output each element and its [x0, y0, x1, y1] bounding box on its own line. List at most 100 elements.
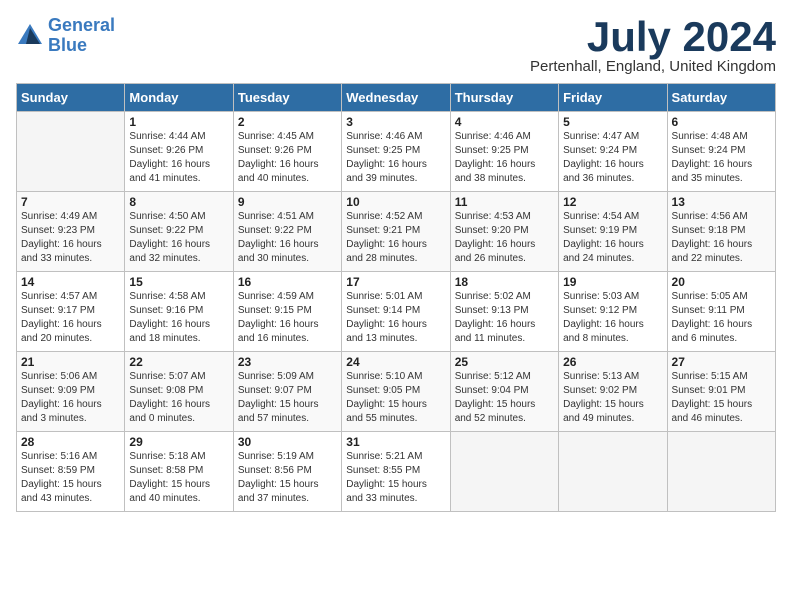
day-info: Sunrise: 4:57 AMSunset: 9:17 PMDaylight:…: [21, 290, 120, 346]
day-number: 19: [563, 275, 662, 289]
day-number: 31: [346, 435, 445, 449]
calendar-cell: 6Sunrise: 4:48 AMSunset: 9:24 PMDaylight…: [667, 112, 775, 192]
calendar-cell: [667, 432, 775, 512]
day-number: 13: [672, 195, 771, 209]
day-info: Sunrise: 4:45 AMSunset: 9:26 PMDaylight:…: [238, 130, 337, 186]
day-number: 7: [21, 195, 120, 209]
day-info: Sunrise: 4:47 AMSunset: 9:24 PMDaylight:…: [563, 130, 662, 186]
week-row-3: 14Sunrise: 4:57 AMSunset: 9:17 PMDayligh…: [17, 272, 776, 352]
calendar-cell: [17, 112, 125, 192]
day-number: 22: [129, 355, 228, 369]
day-info: Sunrise: 4:59 AMSunset: 9:15 PMDaylight:…: [238, 290, 337, 346]
day-info: Sunrise: 5:07 AMSunset: 9:08 PMDaylight:…: [129, 370, 228, 426]
calendar-table: SundayMondayTuesdayWednesdayThursdayFrid…: [16, 83, 776, 512]
day-info: Sunrise: 5:18 AMSunset: 8:58 PMDaylight:…: [129, 450, 228, 506]
calendar-cell: 17Sunrise: 5:01 AMSunset: 9:14 PMDayligh…: [342, 272, 450, 352]
day-info: Sunrise: 4:46 AMSunset: 9:25 PMDaylight:…: [346, 130, 445, 186]
page-header: General Blue July 2024 Pertenhall, Engla…: [16, 16, 776, 75]
day-header-friday: Friday: [559, 84, 667, 112]
week-row-4: 21Sunrise: 5:06 AMSunset: 9:09 PMDayligh…: [17, 352, 776, 432]
day-info: Sunrise: 4:49 AMSunset: 9:23 PMDaylight:…: [21, 210, 120, 266]
day-number: 8: [129, 195, 228, 209]
day-info: Sunrise: 4:52 AMSunset: 9:21 PMDaylight:…: [346, 210, 445, 266]
calendar-cell: 16Sunrise: 4:59 AMSunset: 9:15 PMDayligh…: [233, 272, 341, 352]
day-number: 29: [129, 435, 228, 449]
day-info: Sunrise: 4:56 AMSunset: 9:18 PMDaylight:…: [672, 210, 771, 266]
day-info: Sunrise: 4:50 AMSunset: 9:22 PMDaylight:…: [129, 210, 228, 266]
day-info: Sunrise: 4:58 AMSunset: 9:16 PMDaylight:…: [129, 290, 228, 346]
week-row-1: 1Sunrise: 4:44 AMSunset: 9:26 PMDaylight…: [17, 112, 776, 192]
day-number: 25: [455, 355, 554, 369]
day-number: 15: [129, 275, 228, 289]
day-number: 12: [563, 195, 662, 209]
calendar-cell: 3Sunrise: 4:46 AMSunset: 9:25 PMDaylight…: [342, 112, 450, 192]
calendar-cell: 15Sunrise: 4:58 AMSunset: 9:16 PMDayligh…: [125, 272, 233, 352]
calendar-cell: 12Sunrise: 4:54 AMSunset: 9:19 PMDayligh…: [559, 192, 667, 272]
calendar-cell: 2Sunrise: 4:45 AMSunset: 9:26 PMDaylight…: [233, 112, 341, 192]
calendar-cell: 25Sunrise: 5:12 AMSunset: 9:04 PMDayligh…: [450, 352, 558, 432]
day-number: 27: [672, 355, 771, 369]
calendar-cell: 13Sunrise: 4:56 AMSunset: 9:18 PMDayligh…: [667, 192, 775, 272]
day-header-tuesday: Tuesday: [233, 84, 341, 112]
day-number: 14: [21, 275, 120, 289]
logo-icon: [16, 22, 44, 50]
calendar-cell: 4Sunrise: 4:46 AMSunset: 9:25 PMDaylight…: [450, 112, 558, 192]
day-number: 26: [563, 355, 662, 369]
day-header-sunday: Sunday: [17, 84, 125, 112]
calendar-cell: 27Sunrise: 5:15 AMSunset: 9:01 PMDayligh…: [667, 352, 775, 432]
logo: General Blue: [16, 16, 115, 56]
day-number: 30: [238, 435, 337, 449]
day-number: 5: [563, 115, 662, 129]
calendar-cell: 30Sunrise: 5:19 AMSunset: 8:56 PMDayligh…: [233, 432, 341, 512]
week-row-5: 28Sunrise: 5:16 AMSunset: 8:59 PMDayligh…: [17, 432, 776, 512]
calendar-cell: 9Sunrise: 4:51 AMSunset: 9:22 PMDaylight…: [233, 192, 341, 272]
day-info: Sunrise: 4:48 AMSunset: 9:24 PMDaylight:…: [672, 130, 771, 186]
calendar-cell: [450, 432, 558, 512]
day-header-thursday: Thursday: [450, 84, 558, 112]
day-header-wednesday: Wednesday: [342, 84, 450, 112]
calendar-cell: 29Sunrise: 5:18 AMSunset: 8:58 PMDayligh…: [125, 432, 233, 512]
day-info: Sunrise: 5:15 AMSunset: 9:01 PMDaylight:…: [672, 370, 771, 426]
calendar-cell: 8Sunrise: 4:50 AMSunset: 9:22 PMDaylight…: [125, 192, 233, 272]
calendar-cell: 26Sunrise: 5:13 AMSunset: 9:02 PMDayligh…: [559, 352, 667, 432]
day-info: Sunrise: 4:53 AMSunset: 9:20 PMDaylight:…: [455, 210, 554, 266]
calendar-cell: 28Sunrise: 5:16 AMSunset: 8:59 PMDayligh…: [17, 432, 125, 512]
day-info: Sunrise: 5:01 AMSunset: 9:14 PMDaylight:…: [346, 290, 445, 346]
calendar-cell: 23Sunrise: 5:09 AMSunset: 9:07 PMDayligh…: [233, 352, 341, 432]
month-title: July 2024: [530, 16, 776, 58]
calendar-cell: 14Sunrise: 4:57 AMSunset: 9:17 PMDayligh…: [17, 272, 125, 352]
day-number: 28: [21, 435, 120, 449]
location: Pertenhall, England, United Kingdom: [530, 58, 776, 75]
calendar-cell: 1Sunrise: 4:44 AMSunset: 9:26 PMDaylight…: [125, 112, 233, 192]
day-number: 6: [672, 115, 771, 129]
day-number: 3: [346, 115, 445, 129]
day-info: Sunrise: 5:03 AMSunset: 9:12 PMDaylight:…: [563, 290, 662, 346]
day-number: 16: [238, 275, 337, 289]
day-info: Sunrise: 5:05 AMSunset: 9:11 PMDaylight:…: [672, 290, 771, 346]
day-info: Sunrise: 5:09 AMSunset: 9:07 PMDaylight:…: [238, 370, 337, 426]
day-info: Sunrise: 5:16 AMSunset: 8:59 PMDaylight:…: [21, 450, 120, 506]
day-number: 4: [455, 115, 554, 129]
day-info: Sunrise: 4:51 AMSunset: 9:22 PMDaylight:…: [238, 210, 337, 266]
calendar-cell: 20Sunrise: 5:05 AMSunset: 9:11 PMDayligh…: [667, 272, 775, 352]
calendar-cell: 24Sunrise: 5:10 AMSunset: 9:05 PMDayligh…: [342, 352, 450, 432]
title-block: July 2024 Pertenhall, England, United Ki…: [530, 16, 776, 75]
calendar-cell: 11Sunrise: 4:53 AMSunset: 9:20 PMDayligh…: [450, 192, 558, 272]
calendar-cell: 10Sunrise: 4:52 AMSunset: 9:21 PMDayligh…: [342, 192, 450, 272]
day-header-monday: Monday: [125, 84, 233, 112]
day-number: 17: [346, 275, 445, 289]
day-info: Sunrise: 5:19 AMSunset: 8:56 PMDaylight:…: [238, 450, 337, 506]
day-number: 2: [238, 115, 337, 129]
day-number: 10: [346, 195, 445, 209]
day-number: 11: [455, 195, 554, 209]
day-number: 23: [238, 355, 337, 369]
day-number: 9: [238, 195, 337, 209]
day-info: Sunrise: 5:10 AMSunset: 9:05 PMDaylight:…: [346, 370, 445, 426]
day-info: Sunrise: 5:12 AMSunset: 9:04 PMDaylight:…: [455, 370, 554, 426]
day-number: 21: [21, 355, 120, 369]
day-info: Sunrise: 5:21 AMSunset: 8:55 PMDaylight:…: [346, 450, 445, 506]
day-info: Sunrise: 4:54 AMSunset: 9:19 PMDaylight:…: [563, 210, 662, 266]
calendar-cell: 21Sunrise: 5:06 AMSunset: 9:09 PMDayligh…: [17, 352, 125, 432]
calendar-cell: 19Sunrise: 5:03 AMSunset: 9:12 PMDayligh…: [559, 272, 667, 352]
day-info: Sunrise: 4:46 AMSunset: 9:25 PMDaylight:…: [455, 130, 554, 186]
